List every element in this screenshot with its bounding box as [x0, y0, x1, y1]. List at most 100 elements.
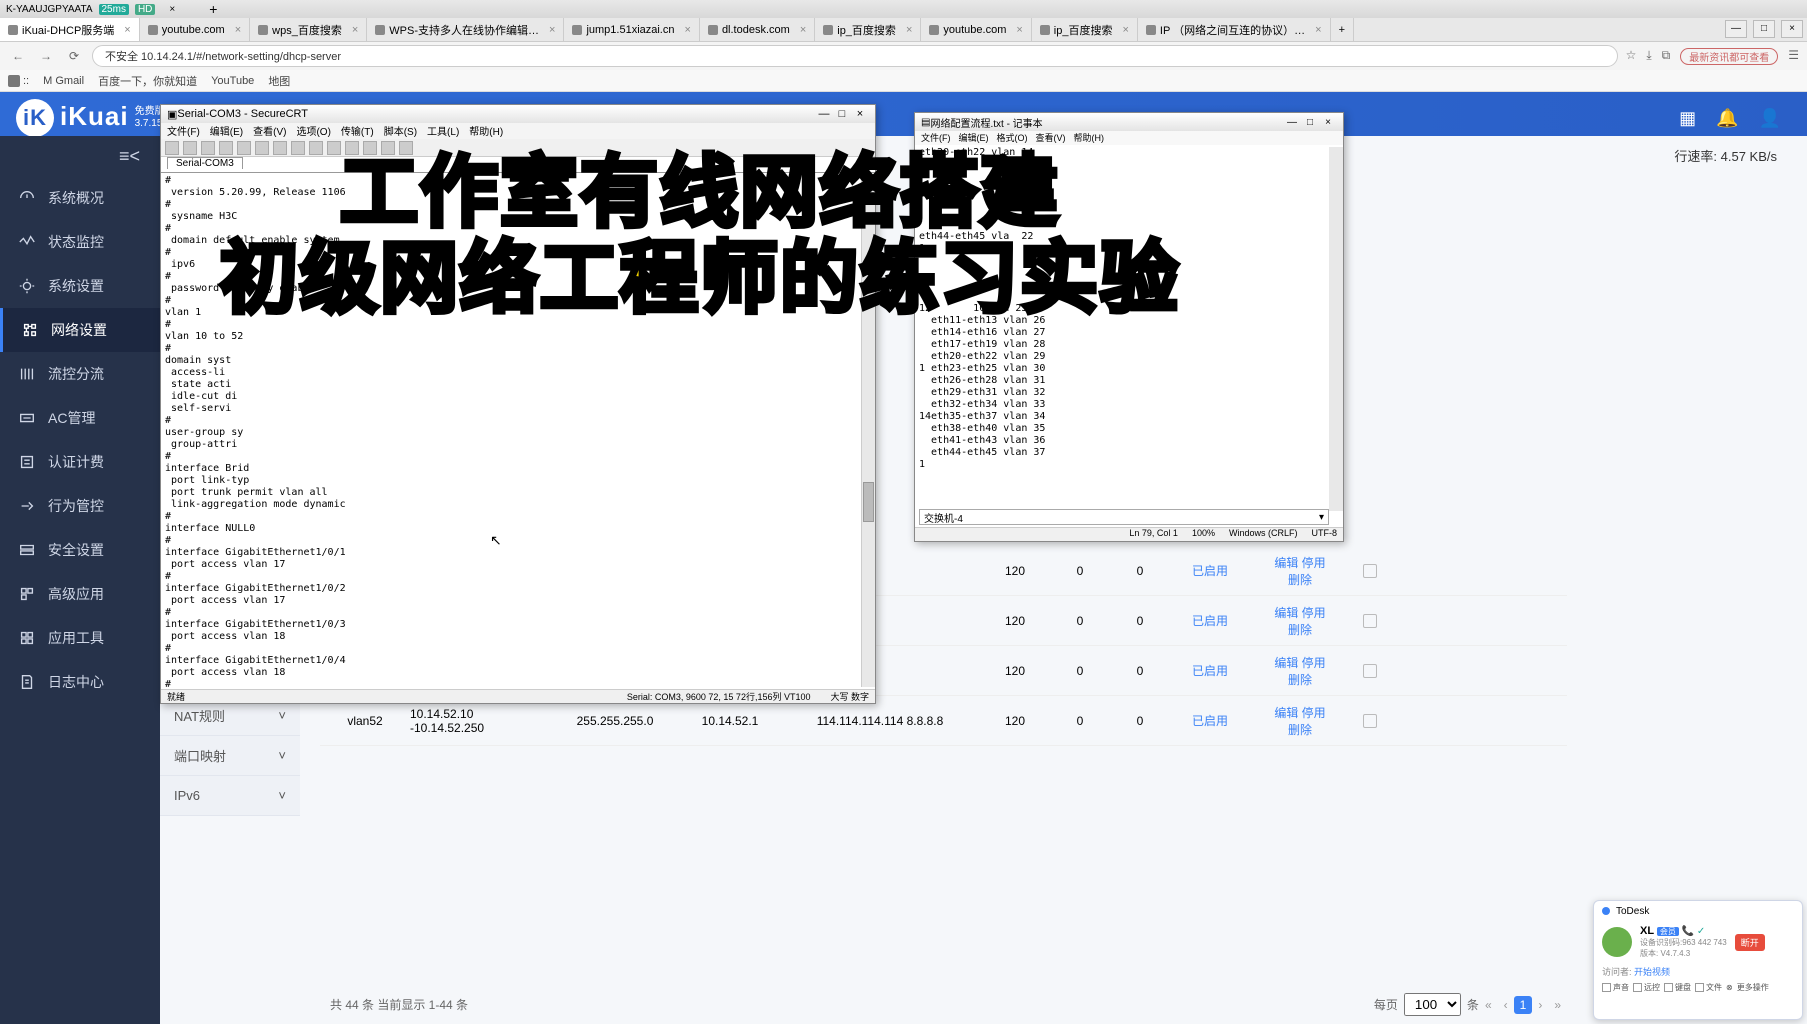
tab-close-icon[interactable]: ×	[1315, 24, 1321, 36]
browser-tab[interactable]: IP （网络之间互连的协议）…×	[1138, 18, 1331, 41]
sidebar-item-flow[interactable]: 流控分流	[0, 352, 160, 396]
edit-link[interactable]: 编辑	[1274, 556, 1298, 570]
toolbar-button[interactable]	[309, 141, 323, 155]
bookmark-star-icon[interactable]: ☆	[1626, 48, 1637, 65]
browser-tab[interactable]: iKuai-DHCP服务端×	[0, 18, 140, 41]
sidebar-item-security[interactable]: 安全设置	[0, 528, 160, 572]
disable-link[interactable]: 停用	[1302, 706, 1326, 720]
opt-sound[interactable]: 声音	[1602, 982, 1629, 993]
sidebar-item-overview[interactable]: 系统概况	[0, 176, 160, 220]
tab-close-icon[interactable]: ×	[549, 24, 555, 36]
secnav-ipv6[interactable]: IPv6˅	[160, 776, 300, 816]
sidebar-item-advanced[interactable]: 高级应用	[0, 572, 160, 616]
bookmark-gmail[interactable]: M Gmail	[43, 75, 84, 87]
apps-button[interactable]: ::	[8, 75, 29, 87]
delete-link[interactable]: 删除	[1288, 723, 1312, 737]
npad-scrollbar[interactable]	[1329, 147, 1343, 511]
browser-tab[interactable]: wps_百度搜索×	[250, 18, 367, 41]
grid-icon[interactable]: ▦	[1679, 108, 1696, 129]
page-current[interactable]: 1	[1514, 996, 1533, 1014]
url-input[interactable]: 不安全 10.14.24.1/#/network-setting/dhcp-se…	[92, 45, 1618, 67]
menu-help[interactable]: 帮助(H)	[1074, 131, 1105, 145]
toolbar-button[interactable]	[291, 141, 305, 155]
new-tab-button[interactable]: +	[1331, 18, 1354, 41]
window-min-button[interactable]: —	[1725, 20, 1747, 38]
notepad-window[interactable]: ▤ 网络配置流程.txt - 记事本 — □ × 文件(F) 编辑(E) 格式(…	[914, 112, 1344, 542]
menu-options[interactable]: 选项(O)	[296, 123, 330, 139]
bell-icon[interactable]: 🔔	[1716, 108, 1738, 129]
status-link[interactable]: 已启用	[1170, 712, 1250, 729]
crt-close-button[interactable]: ×	[851, 108, 869, 120]
delete-link[interactable]: 删除	[1288, 623, 1312, 637]
npad-textarea[interactable]: eth20-eth22 vlan 14 eth44-eth45 vla 22 1…	[919, 147, 1329, 511]
browser-tab[interactable]: ip_百度搜索×	[1032, 18, 1138, 41]
status-link[interactable]: 已启用	[1170, 562, 1250, 579]
page-prev-button[interactable]: ‹	[1498, 996, 1514, 1014]
edit-link[interactable]: 编辑	[1274, 706, 1298, 720]
delete-link[interactable]: 删除	[1288, 673, 1312, 687]
toolbar-button[interactable]	[381, 141, 395, 155]
crt-terminal[interactable]: # version 5.20.99, Release 1106 # sysnam…	[165, 175, 861, 687]
sidebar-item-auth[interactable]: 认证计费	[0, 440, 160, 484]
toolbar-button[interactable]	[165, 141, 179, 155]
disconnect-button[interactable]: 断开	[1735, 934, 1765, 951]
bookmark-youtube[interactable]: YouTube	[211, 75, 254, 87]
crt-tab[interactable]: Serial-COM3	[167, 157, 243, 169]
user-icon[interactable]: 👤	[1759, 108, 1781, 129]
toolbar-button[interactable]	[219, 141, 233, 155]
sidebar-collapse-button[interactable]: ≡<	[0, 136, 160, 176]
crt-scrollbar[interactable]	[861, 175, 875, 687]
nav-forward-button[interactable]: →	[36, 49, 56, 63]
tab-close-icon[interactable]: ×	[800, 24, 806, 36]
browser-tab[interactable]: jump1.51xiazai.cn×	[564, 18, 700, 41]
menu-edit[interactable]: 编辑(E)	[210, 123, 243, 139]
toolbar-button[interactable]	[363, 141, 377, 155]
menu-icon[interactable]: ☰	[1788, 48, 1799, 65]
row-checkbox[interactable]	[1363, 714, 1377, 728]
browser-tab[interactable]: WPS-支持多人在线协作编辑…×	[367, 18, 564, 41]
page-last-button[interactable]: »	[1548, 996, 1567, 1014]
disable-link[interactable]: 停用	[1302, 656, 1326, 670]
start-video-link[interactable]: 开始视频	[1634, 967, 1670, 977]
delete-link[interactable]: 删除	[1288, 573, 1312, 587]
npad-close-button[interactable]: ×	[1319, 117, 1337, 128]
menu-help[interactable]: 帮助(H)	[469, 123, 503, 139]
tab-close-icon[interactable]: ×	[1016, 24, 1022, 36]
secnav-portmap[interactable]: 端口映射˅	[160, 736, 300, 776]
page-next-button[interactable]: ›	[1532, 996, 1548, 1014]
sidebar-item-network[interactable]: 网络设置	[0, 308, 160, 352]
menu-file[interactable]: 文件(F)	[167, 123, 200, 139]
tab-close-icon[interactable]: ×	[235, 24, 241, 36]
sidebar-item-tools[interactable]: 应用工具	[0, 616, 160, 660]
switch-selector[interactable]: 交换机-4▾	[919, 509, 1329, 525]
nav-back-button[interactable]: ←	[8, 49, 28, 63]
session-close[interactable]: ×	[165, 4, 179, 15]
menu-edit[interactable]: 编辑(E)	[959, 131, 989, 145]
page-first-button[interactable]: «	[1479, 996, 1498, 1014]
scrollbar-thumb[interactable]	[863, 482, 874, 522]
status-link[interactable]: 已启用	[1170, 662, 1250, 679]
npad-min-button[interactable]: —	[1283, 117, 1301, 128]
crt-min-button[interactable]: —	[815, 108, 833, 120]
download-icon[interactable]: ⤓	[1646, 48, 1651, 65]
tab-close-icon[interactable]: ×	[124, 24, 130, 36]
row-checkbox[interactable]	[1363, 614, 1377, 628]
opt-file[interactable]: 文件	[1695, 982, 1722, 993]
todesk-panel[interactable]: ToDesk XL 会员 📞 ✓ 设备识别码:963 442 743 版本: V…	[1593, 900, 1803, 1020]
toolbar-button[interactable]	[255, 141, 269, 155]
menu-view[interactable]: 查看(V)	[1036, 131, 1066, 145]
edit-link[interactable]: 编辑	[1274, 656, 1298, 670]
row-checkbox[interactable]	[1363, 564, 1377, 578]
browser-tab[interactable]: dl.todesk.com×	[700, 18, 815, 41]
toolbar-button[interactable]	[237, 141, 251, 155]
status-link[interactable]: 已启用	[1170, 612, 1250, 629]
news-pill[interactable]: 最新资讯都可查看	[1680, 48, 1778, 65]
crt-titlebar[interactable]: ▣ Serial-COM3 - SecureCRT — □ ×	[161, 105, 875, 123]
disable-link[interactable]: 停用	[1302, 606, 1326, 620]
tab-close-icon[interactable]: ×	[685, 24, 691, 36]
toolbar-button[interactable]	[201, 141, 215, 155]
opt-keyboard[interactable]: 键盘	[1664, 982, 1691, 993]
bookmark-maps[interactable]: 地图	[268, 73, 290, 89]
window-max-button[interactable]: □	[1753, 20, 1775, 38]
opt-block[interactable]: ⊗	[1726, 982, 1733, 993]
